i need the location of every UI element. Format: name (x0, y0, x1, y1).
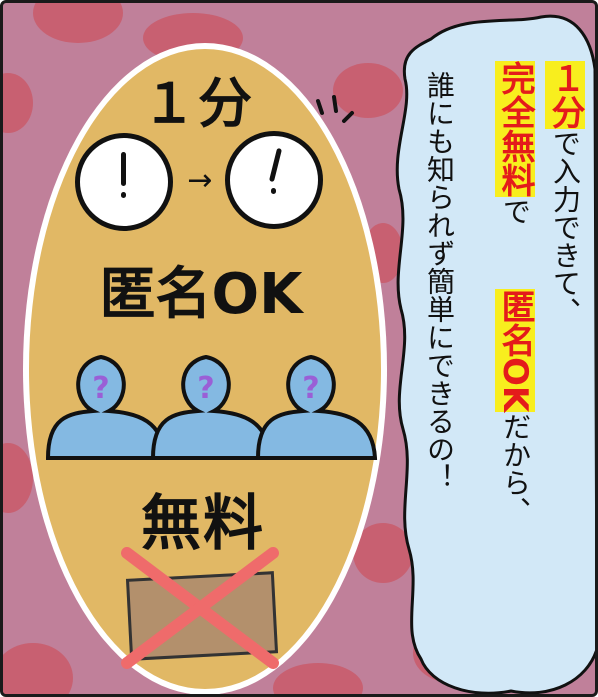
background-dot (3, 443, 33, 513)
speech-line-4: 誰にも知られず簡単にできるの！ (423, 71, 456, 491)
clock-icon (75, 133, 173, 231)
background-dot (33, 3, 123, 43)
arrow: → (187, 163, 215, 198)
background-dot (273, 663, 363, 694)
speech-text: 誰にも知られず簡単にできるの！ (423, 71, 456, 491)
person-silhouette-icon: ? (255, 354, 378, 460)
clock-hand (268, 147, 283, 183)
speech-line-3: 匿名OKだから、 (495, 289, 535, 525)
clock-hand (121, 152, 126, 186)
speech-text: で入力できて、 (549, 129, 582, 325)
highlight-text: 匿名OK (495, 289, 535, 413)
svg-text:?: ? (302, 371, 319, 406)
motion-lines-icon (316, 95, 354, 123)
clock-center (271, 188, 276, 194)
anonymous-heading: 匿名OK (99, 262, 303, 327)
comic-panel: １分 → 匿名OK ? ? ? 無料 １分で入力できて、 完全無料で 匿名OKだ… (0, 0, 598, 697)
svg-text:?: ? (92, 371, 109, 406)
speech-line-1: １分で入力できて、 (545, 61, 585, 325)
time-heading: １分 (142, 72, 254, 135)
background-dot (3, 643, 73, 694)
highlight-text: 完全無料 (495, 61, 535, 197)
clock-center (121, 192, 126, 198)
speech-text: で (499, 197, 532, 225)
svg-text:?: ? (197, 371, 214, 406)
cross-mark-icon (121, 547, 279, 669)
background-dot (3, 73, 33, 133)
highlight-text: １分 (545, 61, 585, 129)
speech-text: だから、 (499, 412, 532, 525)
clock-icon (225, 131, 323, 229)
speech-line-2: 完全無料で (495, 61, 535, 225)
